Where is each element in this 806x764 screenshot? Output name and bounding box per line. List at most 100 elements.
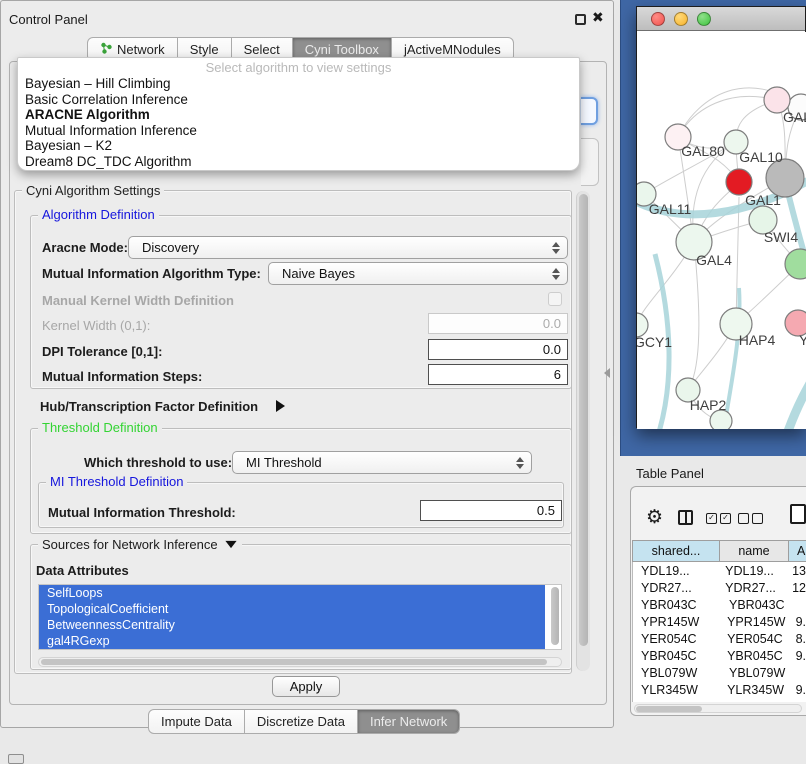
dpi-tolerance-field[interactable]: 0.0 <box>428 339 568 360</box>
table-row[interactable]: YDL19...YDL19...13 <box>633 562 806 579</box>
minimized-panel-icon[interactable] <box>8 754 24 764</box>
network-node[interactable] <box>785 249 806 279</box>
attributes-scrollbar[interactable] <box>550 586 560 648</box>
column-header-partial[interactable]: A <box>789 540 806 562</box>
which-threshold-combo[interactable]: MI Threshold <box>232 451 532 474</box>
select-all-checkboxes-icon[interactable]: ✓✓ <box>706 513 731 524</box>
manual-kernel-checkbox[interactable] <box>548 292 562 306</box>
scrollbar-thumb[interactable] <box>41 659 547 665</box>
node-label: Y <box>799 332 806 348</box>
table-cell[interactable]: YER054C <box>633 632 721 646</box>
scrollbar-thumb[interactable] <box>551 587 559 645</box>
table-cell[interactable]: 9 <box>795 700 806 703</box>
column-header-name[interactable]: name <box>720 540 789 562</box>
table-cell[interactable]: YDR27... <box>633 581 719 595</box>
table-row[interactable]: YLR345WYLR345W9. <box>633 681 806 698</box>
apply-button[interactable]: Apply <box>272 676 340 697</box>
node-label: HAP2 <box>690 397 727 413</box>
columns-icon[interactable] <box>678 510 693 525</box>
table-cell[interactable]: YBR043C <box>633 598 723 612</box>
table-cell[interactable]: 9. <box>792 683 806 697</box>
table-cell[interactable]: YPR145W <box>721 615 791 629</box>
algorithm-option[interactable]: Basic Correlation Inference <box>18 92 579 108</box>
network-window-titlebar[interactable] <box>637 7 805 31</box>
table-cell[interactable]: 13 <box>788 564 806 578</box>
table-header: shared... name A <box>632 540 806 562</box>
mi-type-combo[interactable]: Naive Bayes <box>268 262 568 285</box>
table-cell[interactable]: YBR043C <box>723 598 795 612</box>
scrollbar-thumb[interactable] <box>636 706 702 712</box>
table-cell[interactable]: YBR045C <box>721 649 791 663</box>
network-node-labels: GALGAL80GAL10GAL1GAL11SWI4GAL4GCY1HAP4HA… <box>637 109 806 413</box>
sources-group-title[interactable]: Sources for Network Inference <box>38 538 242 551</box>
table-hscrollbar[interactable] <box>634 704 802 713</box>
hub-expand-icon[interactable] <box>276 399 285 417</box>
data-attributes-label: Data Attributes <box>36 563 129 578</box>
attributes-hscrollbar[interactable] <box>38 657 562 667</box>
table-cell[interactable]: YDL19... <box>633 564 719 578</box>
attribute-list-item[interactable]: SelfLoops <box>39 585 545 601</box>
algorithm-option[interactable]: ARACNE Algorithm <box>18 107 579 123</box>
table-row[interactable]: YIL052CYIL052C9 <box>633 698 806 702</box>
close-icon[interactable]: ✖ <box>592 9 604 26</box>
algorithm-option[interactable]: Bayesian – Hill Climbing <box>18 76 579 92</box>
table-cell[interactable]: 12 <box>788 581 806 595</box>
new-table-icon[interactable] <box>790 504 806 524</box>
table-cell[interactable]: YBL079W <box>723 666 795 680</box>
kernel-width-label: Kernel Width (0,1): <box>42 318 150 333</box>
table-cell[interactable]: 8. <box>792 632 806 646</box>
network-canvas[interactable]: GALGAL80GAL10GAL1GAL11SWI4GAL4GCY1HAP4HA… <box>637 32 806 429</box>
tab-impute-data[interactable]: Impute Data <box>148 709 245 734</box>
algorithm-option[interactable]: Bayesian – K2 <box>18 138 579 154</box>
mi-threshold-field[interactable]: 0.5 <box>420 500 562 521</box>
table-cell[interactable]: YLR345W <box>721 683 791 697</box>
node-label: GAL <box>783 109 806 125</box>
aracne-mode-value: Discovery <box>142 240 199 255</box>
algorithm-popup-options: Bayesian – Hill ClimbingBasic Correlatio… <box>18 76 579 170</box>
algorithm-option[interactable]: Mutual Information Inference <box>18 123 579 139</box>
manual-kernel-label: Manual Kernel Width Definition <box>42 293 234 308</box>
node-label: HAP4 <box>739 332 776 348</box>
table-cell[interactable]: 9. <box>792 615 806 629</box>
table-cell[interactable]: YIL052C <box>633 700 723 703</box>
table-cell[interactable]: YPR145W <box>633 615 721 629</box>
table-cell[interactable]: YER054C <box>721 632 791 646</box>
table-cell[interactable]: YBL079W <box>633 666 723 680</box>
scrollbar-thumb[interactable] <box>579 194 588 646</box>
table-cell[interactable]: YDR27... <box>719 581 788 595</box>
attribute-list-item[interactable]: BetweennessCentrality <box>39 617 545 633</box>
attribute-list-item[interactable]: TopologicalCoefficient <box>39 601 545 617</box>
float-window-icon[interactable] <box>575 14 586 25</box>
collapse-icon[interactable] <box>225 541 236 548</box>
table-row[interactable]: YDR27...YDR27...12 <box>633 579 806 596</box>
close-traffic-light-icon[interactable] <box>651 12 665 26</box>
zoom-traffic-light-icon[interactable] <box>697 12 711 26</box>
table-cell[interactable]: YIL052C <box>723 700 795 703</box>
mi-threshold-label: Mutual Information Threshold: <box>48 505 236 520</box>
table-row[interactable]: YPR145WYPR145W9. <box>633 613 806 630</box>
settings-scrollbar[interactable] <box>576 191 590 671</box>
deselect-all-checkboxes-icon[interactable] <box>738 513 763 524</box>
which-threshold-value: MI Threshold <box>246 455 322 470</box>
table-cell[interactable]: 9. <box>792 649 806 663</box>
attribute-list-item[interactable]: gal4RGexp <box>39 633 545 649</box>
mi-steps-field[interactable]: 6 <box>428 364 568 385</box>
kernel-width-field[interactable]: 0.0 <box>428 313 568 334</box>
gear-icon[interactable]: ⚙ <box>646 506 663 529</box>
data-attributes-list[interactable]: SelfLoopsTopologicalCoefficientBetweenne… <box>38 584 562 650</box>
table-row[interactable]: YBL079WYBL079W <box>633 664 806 681</box>
aracne-mode-combo[interactable]: Discovery <box>128 236 568 259</box>
tab-infer-network[interactable]: Infer Network <box>358 709 460 734</box>
threshold-definition-title: Threshold Definition <box>38 421 162 434</box>
split-pane-handle[interactable] <box>604 368 610 378</box>
table-row[interactable]: YER054CYER054C8. <box>633 630 806 647</box>
column-header-shared-name[interactable]: shared... <box>632 540 720 562</box>
tab-discretize-data[interactable]: Discretize Data <box>245 709 358 734</box>
table-cell[interactable]: YBR045C <box>633 649 721 663</box>
table-cell[interactable]: YDL19... <box>719 564 788 578</box>
table-cell[interactable]: YLR345W <box>633 683 721 697</box>
table-row[interactable]: YBR045CYBR045C9. <box>633 647 806 664</box>
table-row[interactable]: YBR043CYBR043C <box>633 596 806 613</box>
algorithm-option[interactable]: Dream8 DC_TDC Algorithm <box>18 154 579 170</box>
minimize-traffic-light-icon[interactable] <box>674 12 688 26</box>
